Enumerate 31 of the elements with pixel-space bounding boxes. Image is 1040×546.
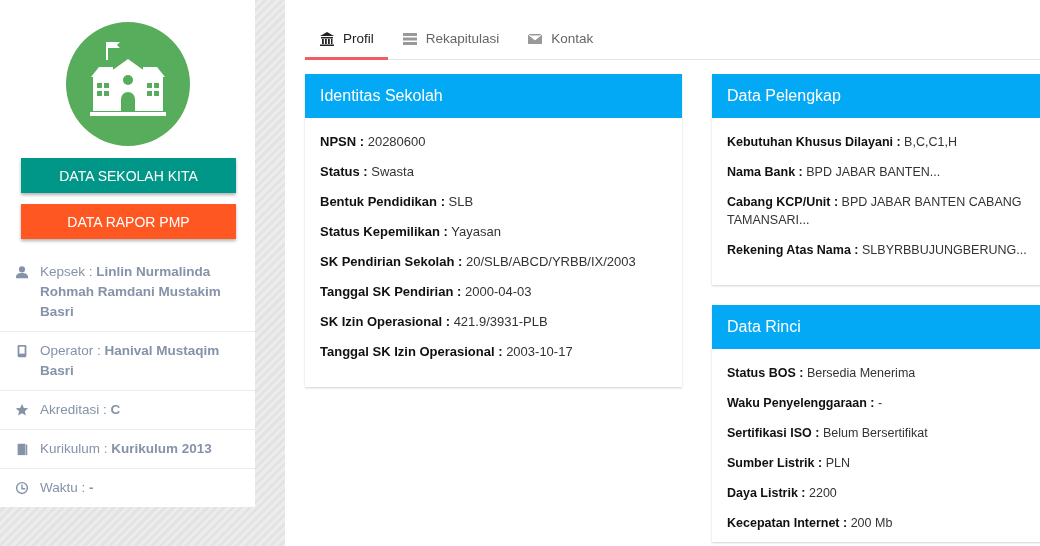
field-text: Waku Penyelenggaraan : -	[727, 395, 884, 412]
field-text: Tanggal SK Izin Operasional : 2003-10-17	[320, 343, 574, 361]
info-text: Akreditasi : C	[40, 401, 121, 419]
field-text: SK Pendirian Sekolah : 20/SLB/ABCD/YRBB/IX/2003	[320, 253, 637, 271]
tab[interactable]: Profil	[305, 20, 388, 60]
field-text: Cabang KCP/Unit : BPD JABAR BANTEN CABANG TAMANSARI...	[727, 194, 1023, 229]
field-text: SK Izin Operasional : 421.9/3931-PLB	[320, 313, 549, 331]
field-text: Sumber Listrik : PLN	[727, 455, 851, 472]
field-text: Kebutuhan Khusus Dilayani : B,C,C1,H	[727, 134, 958, 151]
sidebar-button[interactable]: DATA RAPOR PMP	[21, 204, 236, 239]
field-text: Tanggal SK Pendirian : 2000-04-03	[320, 283, 533, 301]
sidebar-button[interactable]: DATA SEKOLAH KITA	[21, 158, 236, 193]
field-text: Nama Bank : BPD JABAR BANTEN...	[727, 164, 942, 181]
tab[interactable]: Kontak	[513, 20, 608, 60]
info-text: Kepsek : Linlin Nurmalinda Rohmah Ramdani Mustakim Basri	[40, 263, 222, 321]
info-text: Kurikulum : Kurikulum 2013	[40, 440, 212, 458]
field-text: Daya Listrik : 2200	[727, 485, 838, 502]
field-text: Sertifikasi ISO : Belum Bersertifikat	[727, 425, 929, 442]
field-text: Bentuk Pendidikan : SLB	[320, 193, 475, 211]
info-text: Operator : Hanival Mustaqim Basri	[40, 342, 221, 380]
tab[interactable]: Rekapitulasi	[387, 20, 514, 60]
field-text: NPSN : 20280600	[320, 133, 427, 151]
field-text: Status BOS : Bersedia Menerima	[727, 365, 917, 382]
info-text: Waktu : -	[40, 479, 94, 497]
field-text: Kecepatan Internet : 200 Mb	[727, 515, 894, 532]
card-header: Identitas Sekolah	[305, 74, 682, 118]
field-text: Rekening Atas Nama : SLBYRBBUJUNGBERUNG...	[727, 242, 1028, 259]
card-header: Data Rinci	[712, 305, 1040, 349]
card-header: Data Pelengkap	[712, 74, 1040, 118]
field-text: Status : Swasta	[320, 163, 415, 181]
field-text: Status Kepemilikan : Yayasan	[320, 223, 502, 241]
